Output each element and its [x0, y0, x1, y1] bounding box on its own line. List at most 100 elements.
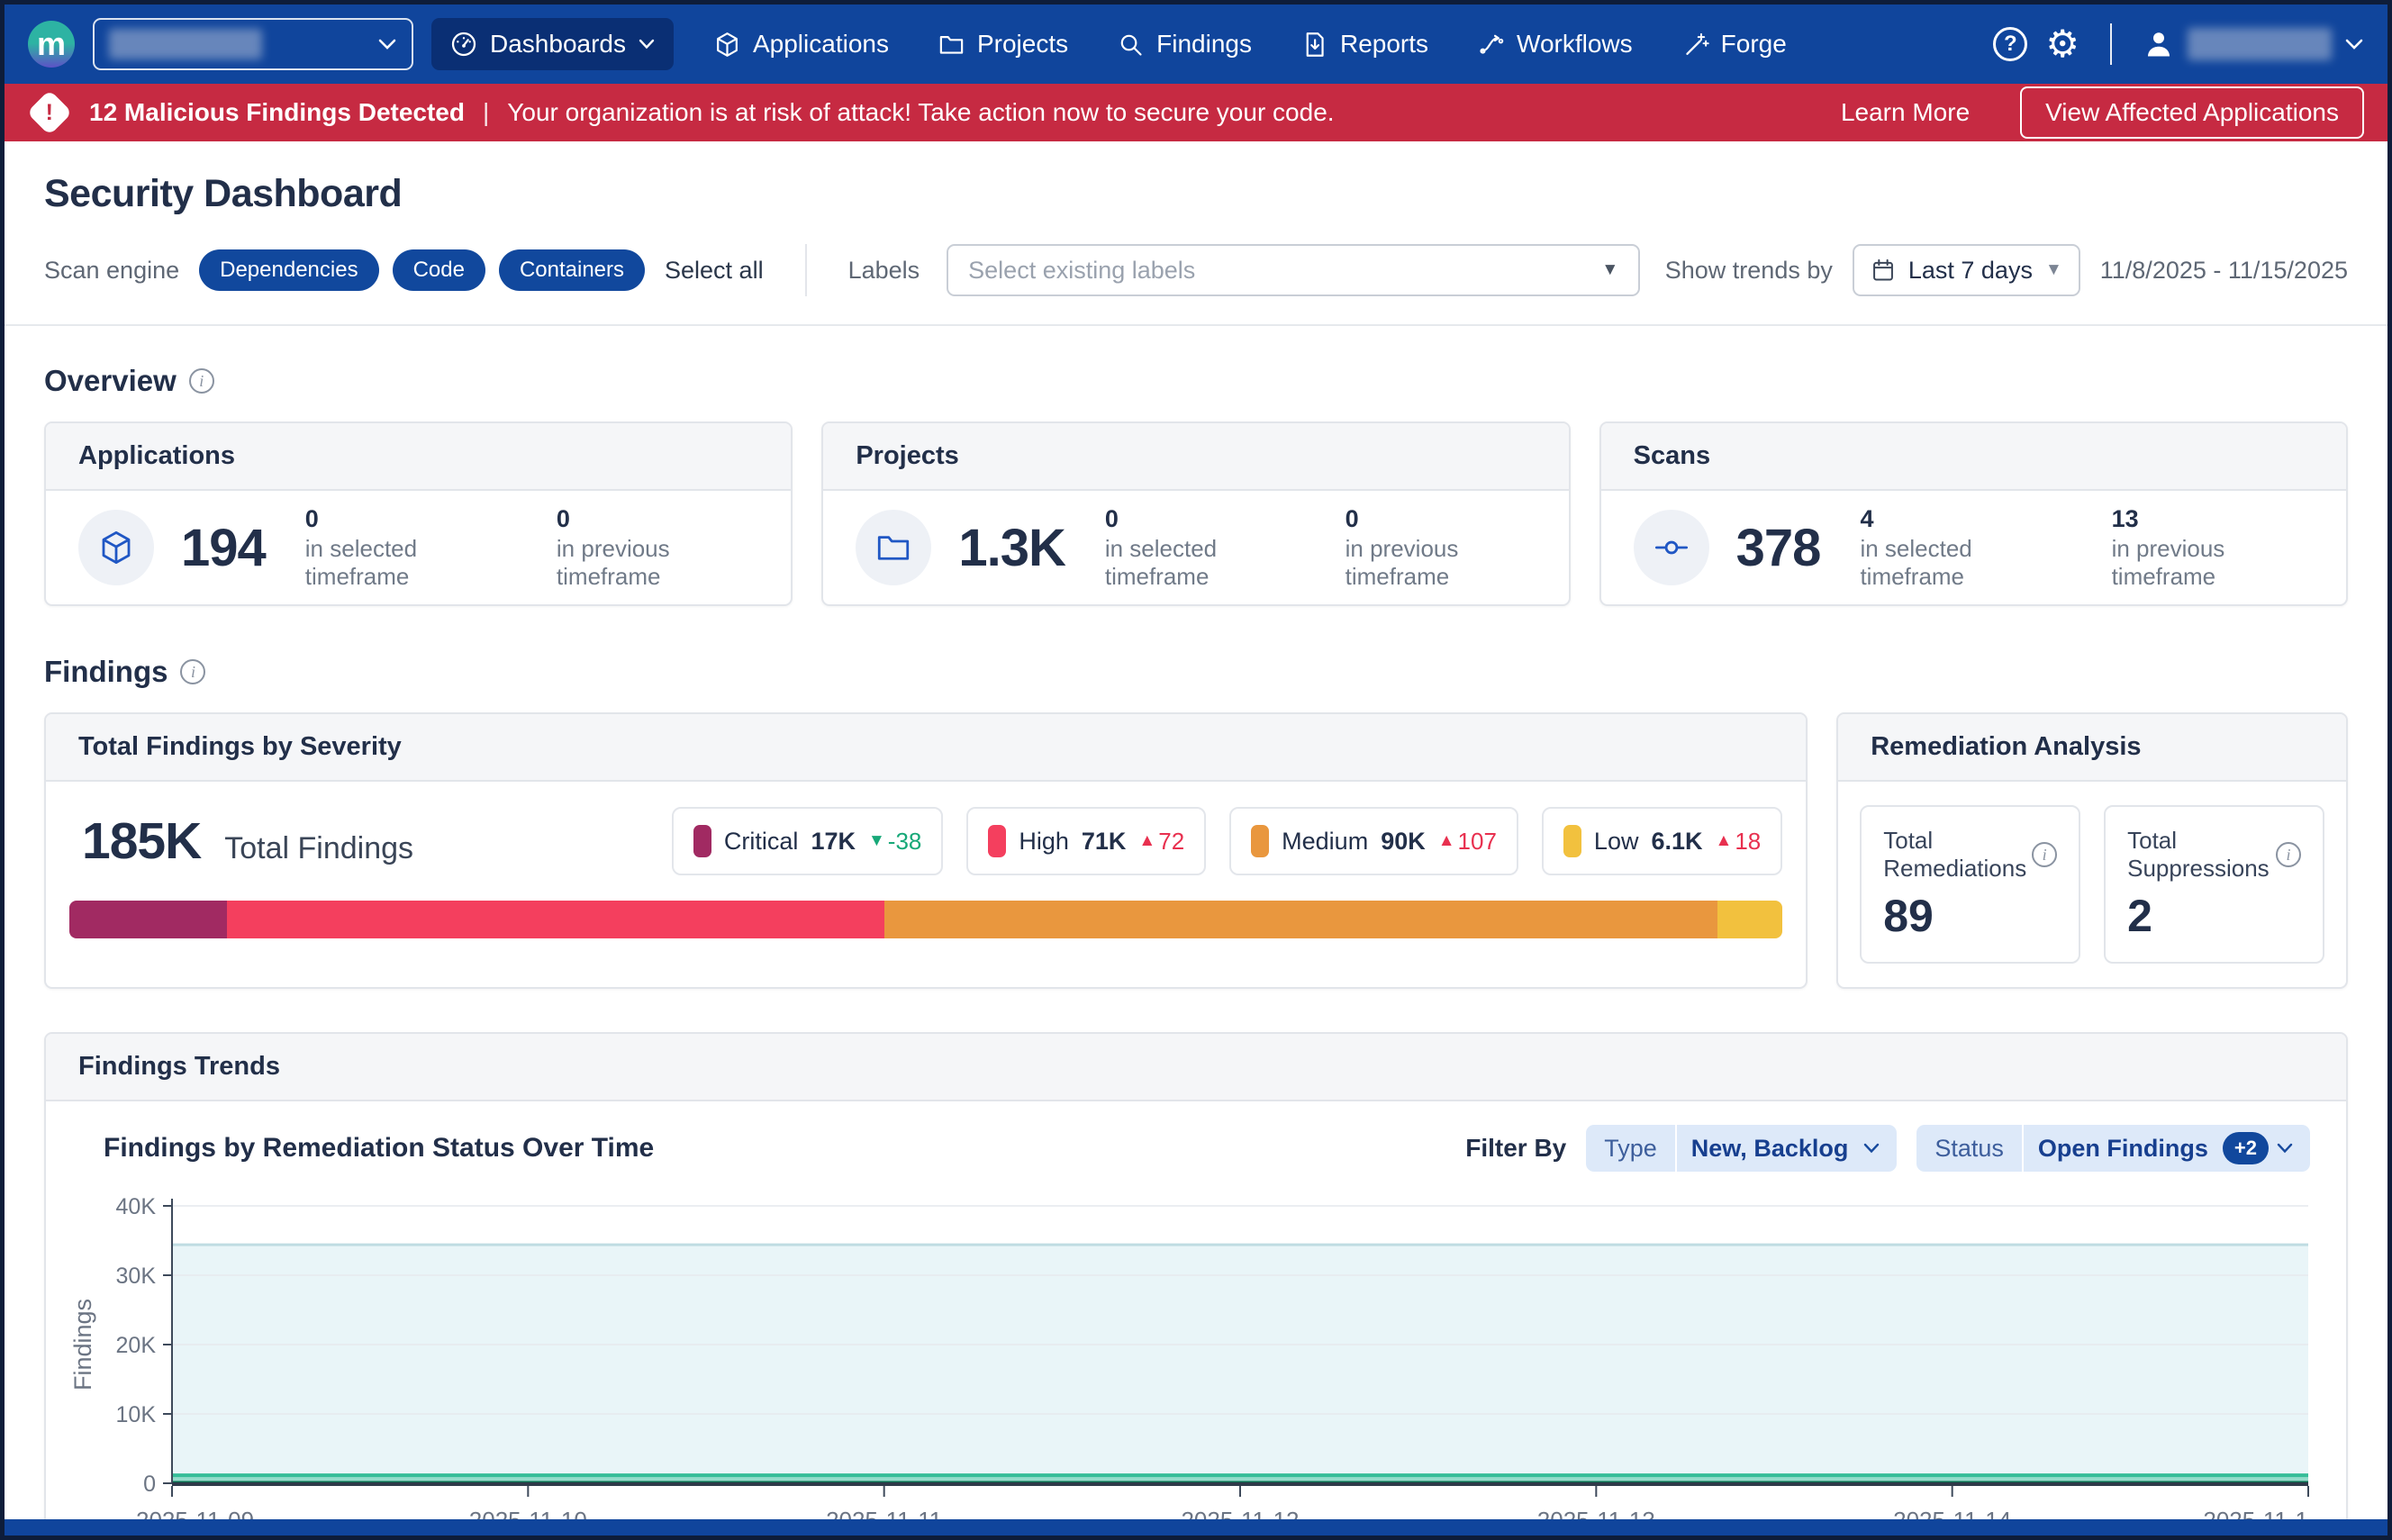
scan-engine-label: Scan engine: [44, 257, 179, 285]
medium-value: 90K: [1381, 828, 1426, 856]
remediation-status-chart[interactable]: 010K20K30K40K2025-11-092025-11-102025-11…: [66, 1188, 2310, 1540]
cube-icon: [713, 31, 741, 59]
critical-swatch: [693, 825, 711, 857]
nav-projects-label: Projects: [977, 30, 1068, 59]
overview-title: Overview: [44, 364, 177, 398]
high-label: High: [1019, 828, 1069, 856]
section-divider: [5, 324, 2387, 326]
high-severity-chip[interactable]: High 71K ▲72: [966, 807, 1206, 875]
nav-findings[interactable]: Findings: [1117, 30, 1252, 59]
high-swatch: [988, 825, 1006, 857]
scans-previous-label: in previous timeframe: [2112, 535, 2314, 591]
gauge-icon: [449, 30, 478, 59]
date-range-text: 11/8/2025 - 11/15/2025: [2100, 257, 2348, 285]
critical-bar-segment: [69, 901, 227, 938]
scans-count: 378: [1736, 518, 1821, 578]
mend-logo-icon[interactable]: m: [28, 21, 75, 68]
low-severity-chip[interactable]: Low 6.1K ▲18: [1542, 807, 1782, 875]
filter-by-label: Filter By: [1465, 1134, 1566, 1163]
labels-placeholder: Select existing labels: [968, 257, 1195, 285]
projects-card-title: Projects: [823, 423, 1568, 491]
navbar-divider: [2110, 23, 2112, 65]
findings-trends-title: Findings Trends: [46, 1034, 2346, 1101]
scan-engine-chips: Dependencies Code Containers: [199, 249, 645, 291]
alert-message: Your organization is at risk of attack! …: [507, 98, 1334, 127]
total-findings-value: 185K: [82, 811, 201, 871]
nav-forge[interactable]: Forge: [1681, 30, 1787, 59]
nav-reports-label: Reports: [1340, 30, 1428, 59]
report-icon: [1300, 31, 1328, 59]
total-remediations-card: Total Remediations i 89: [1860, 805, 2080, 964]
overview-heading: Overview i: [44, 364, 2348, 398]
filter-divider: [805, 244, 807, 296]
low-delta: ▲18: [1716, 828, 1762, 856]
chevron-down-icon: [377, 37, 397, 51]
labels-select[interactable]: Select existing labels ▼: [947, 244, 1640, 296]
alert-title: 12 Malicious Findings Detected: [89, 98, 465, 127]
info-icon[interactable]: i: [2032, 842, 2057, 867]
nav-projects[interactable]: Projects: [938, 30, 1068, 59]
type-filter-label: Type: [1586, 1135, 1675, 1163]
total-findings-label: Total Findings: [224, 831, 413, 866]
critical-severity-chip[interactable]: Critical 17K ▼-38: [672, 807, 943, 875]
medium-label: Medium: [1282, 828, 1368, 856]
chevron-down-icon: [638, 38, 656, 50]
projects-selected-value: 0: [1105, 505, 1295, 533]
chip-code[interactable]: Code: [393, 249, 485, 291]
trend-period-select[interactable]: Last 7 days ▼: [1853, 244, 2080, 296]
user-menu[interactable]: [2143, 28, 2364, 60]
low-swatch: [1563, 825, 1581, 857]
user-icon: [2143, 28, 2175, 60]
nav-applications-label: Applications: [753, 30, 889, 59]
chevron-down-icon: [2276, 1142, 2310, 1155]
org-selector[interactable]: [93, 18, 413, 70]
status-filter-value: Open Findings: [2024, 1135, 2223, 1163]
scans-selected-label: in selected timeframe: [1860, 535, 2061, 591]
help-glyph: ?: [2004, 32, 2017, 57]
applications-previous-label: in previous timeframe: [557, 535, 758, 591]
projects-count: 1.3K: [958, 518, 1065, 578]
chip-dependencies[interactable]: Dependencies: [199, 249, 378, 291]
applications-selected-label: in selected timeframe: [305, 535, 506, 591]
findings-title: Findings: [44, 655, 168, 689]
svg-text:10K: 10K: [116, 1402, 157, 1427]
scans-card: Scans 378 4in selected timeframe 13in pr…: [1599, 421, 2348, 606]
calendar-icon: [1871, 258, 1896, 283]
nav-applications[interactable]: Applications: [713, 30, 889, 59]
applications-count: 194: [181, 518, 266, 578]
total-findings-by-severity-panel: Total Findings by Severity 185K Total Fi…: [44, 712, 1808, 989]
caret-down-icon: ▼: [2045, 260, 2062, 280]
settings-gear-icon[interactable]: ⚙: [2045, 25, 2079, 63]
low-bar-segment: [1717, 901, 1782, 938]
chip-containers[interactable]: Containers: [499, 249, 645, 291]
scan-icon: [1634, 510, 1709, 585]
info-icon[interactable]: i: [180, 659, 205, 684]
applications-card: Applications 194 0in selected timeframe …: [44, 421, 793, 606]
nav-dashboards-button[interactable]: Dashboards: [431, 18, 674, 70]
total-suppressions-label: Total Suppressions: [2127, 827, 2276, 883]
type-filter[interactable]: Type New, Backlog: [1586, 1125, 1897, 1172]
medium-bar-segment: [884, 901, 1717, 938]
folder-icon: [938, 31, 965, 59]
scans-card-title: Scans: [1601, 423, 2346, 491]
info-icon[interactable]: i: [2276, 842, 2301, 867]
findings-heading: Findings i: [44, 655, 2348, 689]
info-icon[interactable]: i: [189, 368, 214, 394]
view-affected-applications-button[interactable]: View Affected Applications: [2020, 86, 2364, 139]
nav-workflows[interactable]: Workflows: [1477, 30, 1633, 59]
projects-selected-label: in selected timeframe: [1105, 535, 1295, 591]
medium-severity-chip[interactable]: Medium 90K ▲107: [1229, 807, 1518, 875]
critical-delta: ▼-38: [868, 828, 921, 856]
severity-stacked-bar: [69, 901, 1782, 938]
overview-cards: Applications 194 0in selected timeframe …: [44, 421, 2348, 606]
search-icon: [1117, 31, 1145, 59]
status-filter[interactable]: Status Open Findings +2: [1916, 1125, 2310, 1172]
learn-more-link[interactable]: Learn More: [1841, 98, 1970, 127]
help-icon[interactable]: ?: [1993, 27, 2027, 61]
total-suppressions-value: 2: [2127, 890, 2301, 942]
projects-card: Projects 1.3K 0in selected timeframe 0in…: [821, 421, 1570, 606]
labels-label: Labels: [848, 257, 920, 285]
critical-label: Critical: [724, 828, 799, 856]
select-all-link[interactable]: Select all: [665, 257, 764, 285]
nav-reports[interactable]: Reports: [1300, 30, 1428, 59]
